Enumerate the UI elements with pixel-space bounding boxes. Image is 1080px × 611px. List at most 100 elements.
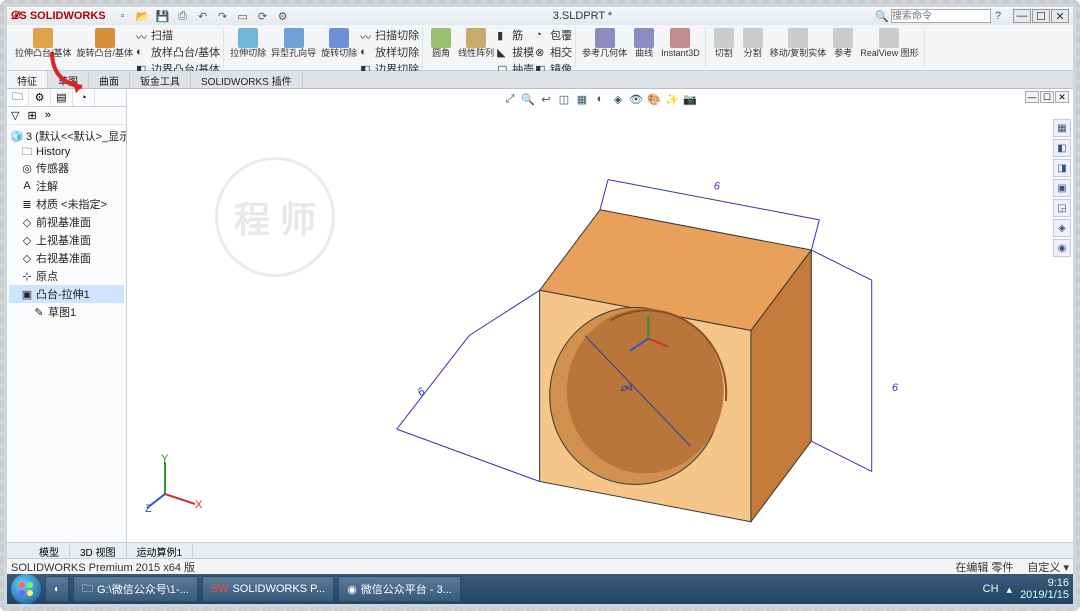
tab-addins[interactable]: SOLIDWORKS 插件 [191,71,303,88]
new-icon[interactable]: ▫ [116,9,130,23]
windows-logo-icon [17,580,35,598]
taskbar-pin-1[interactable]: ◐ [45,576,69,602]
rebuild-icon[interactable]: ⟳ [256,9,270,23]
fillet-button[interactable]: 圆角 [427,27,455,60]
dim-left: 6 [416,385,429,399]
tree-arrow-icon[interactable]: » [45,109,51,122]
part-icon: 🧊 [11,130,23,142]
command-search[interactable]: 🔍 [875,9,991,23]
plane-icon: ◇ [21,252,33,264]
tree-annotations[interactable]: A注解 [9,177,124,195]
tree-history[interactable]: 🗀History [9,145,124,159]
extrude-cut-button[interactable]: 拉伸切除 [228,27,268,60]
graphics-viewport[interactable]: — ☐ ✕ ⤢ 🔍 ↩ ◫ ▦ ◐ ◈ 👁 🎨 ✨ 📷 ▦ ◧ ◨ ▣ ◲ ◈ … [127,89,1073,542]
wechat-icon: ◉ [347,583,357,596]
plane-icon: ◇ [21,216,33,228]
draft-button[interactable]: ◣拔模 [497,44,534,60]
ref-button[interactable]: 参考 [829,27,857,60]
options-icon[interactable]: ⚙ [276,9,290,23]
split-button[interactable]: 分割 [739,27,767,60]
tree-right-plane[interactable]: ◇右视基准面 [9,249,124,267]
hole-wizard-button[interactable]: 异型孔向导 [269,27,318,60]
origin-icon: ⊹ [21,270,33,282]
dim-dia: ⌀4 [620,382,633,394]
start-button[interactable] [11,574,41,604]
tray-flag-icon[interactable]: ▴ [1007,583,1013,596]
view-triad-icon: Y X Z [145,454,205,514]
tree-sensors[interactable]: ◎传感器 [9,159,124,177]
tree-material[interactable]: ≣材质 <未指定> [9,195,124,213]
sweep-button[interactable]: 〰扫描 [136,27,220,43]
search-icon: 🔍 [875,10,889,23]
instant3d-button[interactable]: Instant3D [659,27,702,60]
title-bar: 𝓓S SOLIDWORKS ▫ 📂 💾 ⎙ ↶ ↷ ▭ ⟳ ⚙ 3.SLDPRT… [7,7,1073,25]
search-input[interactable] [891,9,991,23]
tray-lang-icon[interactable]: CH [983,583,999,595]
app-logo: 𝓓S SOLIDWORKS [11,10,106,23]
svg-text:Y: Y [161,454,169,465]
sweep-cut-button[interactable]: 〰扫描切除 [360,27,419,43]
annotation-icon: A [21,180,33,192]
quick-access-toolbar: ▫ 📂 💾 ⎙ ↶ ↷ ▭ ⟳ ⚙ [116,9,290,23]
taskbar-wechat[interactable]: ◉微信公众平台 - 3... [338,576,461,602]
window-buttons: — ☐ ✕ [1013,9,1069,23]
command-tabs: 特征 草图 曲面 钣金工具 SOLIDWORKS 插件 [7,71,1073,89]
dim-top: 6 [714,181,721,193]
save-icon[interactable]: 💾 [156,9,170,23]
curves-button[interactable]: 曲线 [630,27,658,60]
select-icon[interactable]: ▭ [236,9,250,23]
move-copy-button[interactable]: 移动/复制实体 [768,27,829,60]
material-icon: ≣ [21,198,33,210]
feature-manager: 🗀 ⚙ ▤ ◔ ▽ ⊞ » 🧊3 (默认<<默认>_显示状态 1>) 🗀Hist… [7,89,127,542]
revolve-cut-button[interactable]: 旋转切除 [319,27,359,60]
sensor-icon: ◎ [21,162,33,174]
doc-title: 3.SLDPRT * [290,10,876,22]
tree-origin[interactable]: ⊹原点 [9,267,124,285]
wrap-button[interactable]: ◔包覆 [535,27,572,43]
undo-icon[interactable]: ↶ [196,9,210,23]
linear-pattern-button[interactable]: 线性阵列 [456,27,496,60]
btab-3dview[interactable]: 3D 视图 [70,543,127,558]
plane-icon: ◇ [21,234,33,246]
tree-extrude1[interactable]: ▣凸台-拉伸1 [9,285,124,303]
tree-sketch1[interactable]: ✎草图1 [9,303,124,321]
folder-icon: 🗀 [82,580,93,599]
help-icon[interactable]: ? [991,9,1005,23]
tab-features[interactable]: 特征 [7,71,48,88]
feature-tree[interactable]: 🧊3 (默认<<默认>_显示状态 1>) 🗀History ◎传感器 A注解 ≣… [7,125,126,542]
callout-arrow-icon [47,47,97,100]
tree-front-plane[interactable]: ◇前视基准面 [9,213,124,231]
ref-geom-button[interactable]: 参考几何体 [580,27,629,60]
ribbon: 拉伸凸台/基体 旋转凸台/基体 〰扫描 ◐放样凸台/基体 ◧边界凸台/基体 拉伸… [7,25,1073,71]
tree-filter-icon[interactable]: ▽ [11,109,19,122]
system-tray[interactable]: CH ▴ 9:16 2019/1/15 [983,577,1069,601]
print-icon[interactable]: ⎙ [176,9,190,23]
btab-model[interactable]: 模型 [29,543,70,558]
folder-icon: 🗀 [21,146,33,158]
svg-text:Z: Z [145,503,152,514]
svg-text:X: X [195,499,203,511]
open-icon[interactable]: 📂 [136,9,150,23]
tree-expand-icon[interactable]: ⊞ [27,109,36,122]
realview-button[interactable]: RealView 图形 [858,27,920,60]
intersect-button[interactable]: ⊗相交 [535,44,572,60]
cut-button[interactable]: 切割 [710,27,738,60]
sw-icon: SW [211,583,229,595]
rib-button[interactable]: ▮筋 [497,27,534,43]
loft-button[interactable]: ◐放样凸台/基体 [136,44,220,60]
minimize-button[interactable]: — [1013,9,1031,23]
tree-top-plane[interactable]: ◇上视基准面 [9,231,124,249]
tree-toolbar: ▽ ⊞ » [7,107,126,125]
taskbar-solidworks[interactable]: SWSOLIDWORKS P... [202,576,334,602]
tab-sheetmetal[interactable]: 钣金工具 [130,71,191,88]
redo-icon[interactable]: ↷ [216,9,230,23]
windows-taskbar: ◐ 🗀G:\微信公众号\1-... SWSOLIDWORKS P... ◉微信公… [7,574,1073,604]
tray-date: 2019/1/15 [1020,589,1069,601]
close-button[interactable]: ✕ [1051,9,1069,23]
fm-tab-tree-icon[interactable]: 🗀 [7,89,29,106]
extrude-icon: ▣ [21,288,33,300]
maximize-button[interactable]: ☐ [1032,9,1050,23]
sketch-icon: ✎ [33,306,45,318]
loft-cut-button[interactable]: ◐放样切除 [360,44,419,60]
taskbar-explorer[interactable]: 🗀G:\微信公众号\1-... [73,576,198,602]
